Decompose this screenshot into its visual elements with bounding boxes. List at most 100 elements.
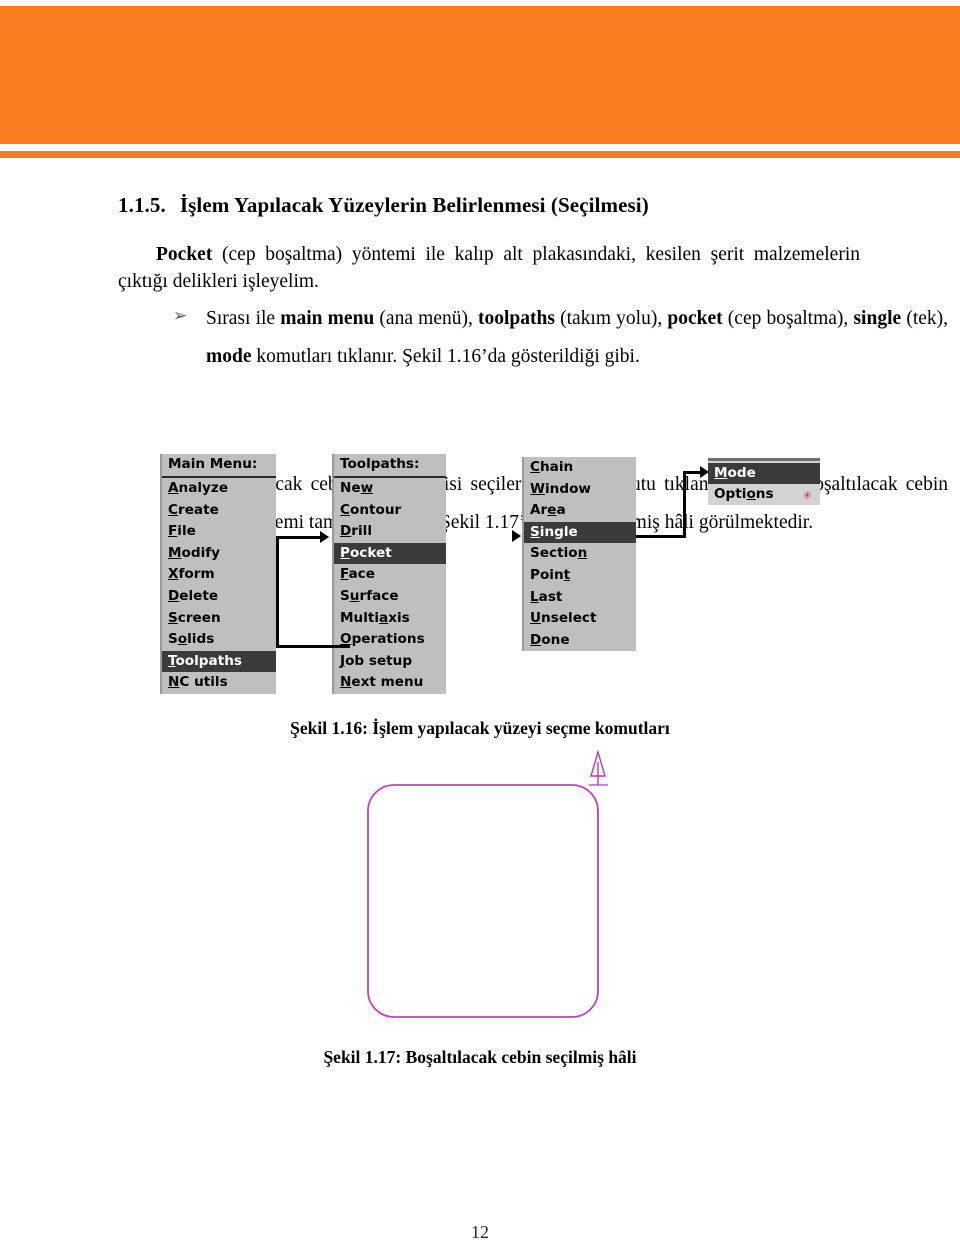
menu-item-single[interactable]: Single [524,521,636,544]
accelerator-letter: C [530,459,540,475]
accelerator-letter: A [168,480,179,496]
command-term: pocket [667,308,723,329]
body-text-run: (cep boşaltma), [722,308,854,329]
accelerator-letter: D [340,523,352,540]
accelerator-letter: U [530,610,542,627]
pocket-outline-svg [367,749,608,1018]
list-item: ➢ Sırası ile main menu (ana menü), toolp… [118,300,948,376]
accelerator-letter: F [340,566,349,583]
section-number: 1.1.5. [118,193,166,217]
menu-item-modify[interactable]: Modify [162,543,276,565]
menu-item-chain[interactable]: Chain [524,457,636,479]
menu-item-contour[interactable]: Contour [334,500,446,522]
menu-panel-chain: Chain Window Area Single Section Point Last Uns… [522,457,636,652]
accelerator-letter: N [340,674,352,691]
accelerator-letter: t [563,566,571,583]
menu-item-screen[interactable]: Screen [162,608,276,630]
menu-panel-toolpaths-title: Toolpaths: [334,454,446,478]
body-text-run: (takım yolu), [554,308,668,329]
accelerator-letter: w [360,480,374,496]
accelerator-letter: X [168,566,179,583]
intro-bold-term: Pocket [156,244,213,265]
menu-item-next-menu[interactable]: Next menu [334,672,446,694]
list-item-text: Sırası ile main menu (ana menü), toolpat… [206,308,948,367]
command-term: main menu [280,308,375,329]
figure-menu-screenshot: Main Menu: Analyze Create File Modify Xform D… [0,452,960,707]
header-orange-rule [0,151,960,158]
command-term: single [853,308,902,329]
accelerator-letter: D [168,587,180,604]
menu-panel-mode: Mode Options ✳ [708,458,820,505]
accelerator-letter: P [340,544,350,561]
command-term: toolpaths [478,308,555,329]
figure-caption-1-17: Şekil 1.17: Boşaltılacak cebin seçilmiş … [323,1047,637,1067]
menu-item-area[interactable]: Area [524,500,636,522]
figure-caption-1-16: Şekil 1.16: İşlem yapılacak yüzeyi seçme… [290,718,670,738]
accelerator-letter: N [168,674,180,691]
menu-item-surface[interactable]: Surface [334,586,446,608]
document-body: 1.1.5. İşlem Yapılacak Yüzeylerin Belirle… [0,170,960,1067]
figure-selected-pocket [330,749,630,1040]
accelerator-letter: C [340,501,350,518]
intro-paragraph: Pocket (cep boşaltma) yöntemi ile kalıp … [118,242,860,296]
accelerator-letter: M [168,544,182,561]
menu-item-operations[interactable]: Operations [334,629,446,651]
accelerator-letter: C [168,501,178,518]
accelerator-letter: T [168,652,176,669]
accelerator-letter: D [530,631,542,648]
accelerator-letter: F [168,523,178,540]
accelerator-letter: M [714,465,728,481]
menu-item-drill[interactable]: Drill [334,521,446,543]
menu-item-solids[interactable]: Solids [162,629,276,651]
page-number: 12 [471,1222,489,1242]
menu-panel-toolpaths-items: New Contour Drill Pocket Face Surface Multiaxi… [334,478,446,694]
menu-panel-mode-items: Mode Options ✳ [708,463,820,505]
menu-panel-main: Main Menu: Analyze Create File Modify Xform D… [160,454,276,694]
menu-item-create[interactable]: Create [162,500,276,522]
menu-item-delete[interactable]: Delete [162,586,276,608]
menu-item-file[interactable]: File [162,521,276,543]
bullet-arrow-icon: ➢ [173,306,188,326]
command-term: mode [206,346,252,368]
accelerator-letter: u [349,587,360,604]
menu-item-unselect[interactable]: Unselect [524,608,636,630]
menu-item-point[interactable]: Point [524,565,636,587]
menu-item-section[interactable]: Section [524,543,636,565]
page-title: 1.1.5. İşlem Yapılacak Yüzeylerin Belirle… [118,192,878,218]
menu-item-done[interactable]: Done [524,630,636,652]
menu-item-last[interactable]: Last [524,587,636,609]
accelerator-letter: n [577,545,588,562]
accelerator-letter: S [530,523,540,540]
menu-item-mode[interactable]: Mode [708,463,820,484]
menu-item-toolpaths[interactable]: Toolpaths [162,650,276,673]
menu-item-new[interactable]: New [334,478,446,500]
menu-item-nc-utils[interactable]: NC utils [162,672,276,694]
menu-item-face[interactable]: Face [334,564,446,586]
menu-item-analyze[interactable]: Analyze [162,478,276,500]
body-text-run: komutları tıklanır. Şekil 1.16’da göster… [251,346,640,368]
menu-item-window[interactable]: Window [524,479,636,501]
accelerator-letter: o [177,631,188,648]
header-orange-band [0,6,960,144]
accelerator-letter: e [547,502,557,519]
required-marker-icon: ✳ [802,489,812,502]
menu-panel-main-title: Main Menu: [162,454,276,478]
accelerator-letter: a [379,609,389,626]
menu-item-xform[interactable]: Xform [162,564,276,586]
menu-item-multiaxis[interactable]: Multiaxis [334,608,446,630]
body-text-run: (ana menü), [374,308,479,329]
pocket-boundary-shape [367,784,599,1018]
body-text-run: (tek), [901,308,949,329]
accelerator-letter: L [530,588,539,605]
intro-paragraph-text: (cep boşaltma) yöntemi ile kalıp alt pla… [118,244,860,292]
arrow-into-single-icon [512,530,521,542]
accelerator-letter: W [530,480,545,497]
menu-item-job-setup[interactable]: Job setup [334,651,446,673]
body-text-run: Sırası ile [206,308,281,329]
menu-item-options[interactable]: Options ✳ [708,484,820,505]
menu-item-pocket[interactable]: Pocket [334,542,446,565]
accelerator-letter: J [340,652,346,669]
header-rule-underline [0,158,960,161]
menu-panel-main-items: Analyze Create File Modify Xform Delete Screen… [162,478,276,694]
accelerator-letter: o [746,486,756,502]
